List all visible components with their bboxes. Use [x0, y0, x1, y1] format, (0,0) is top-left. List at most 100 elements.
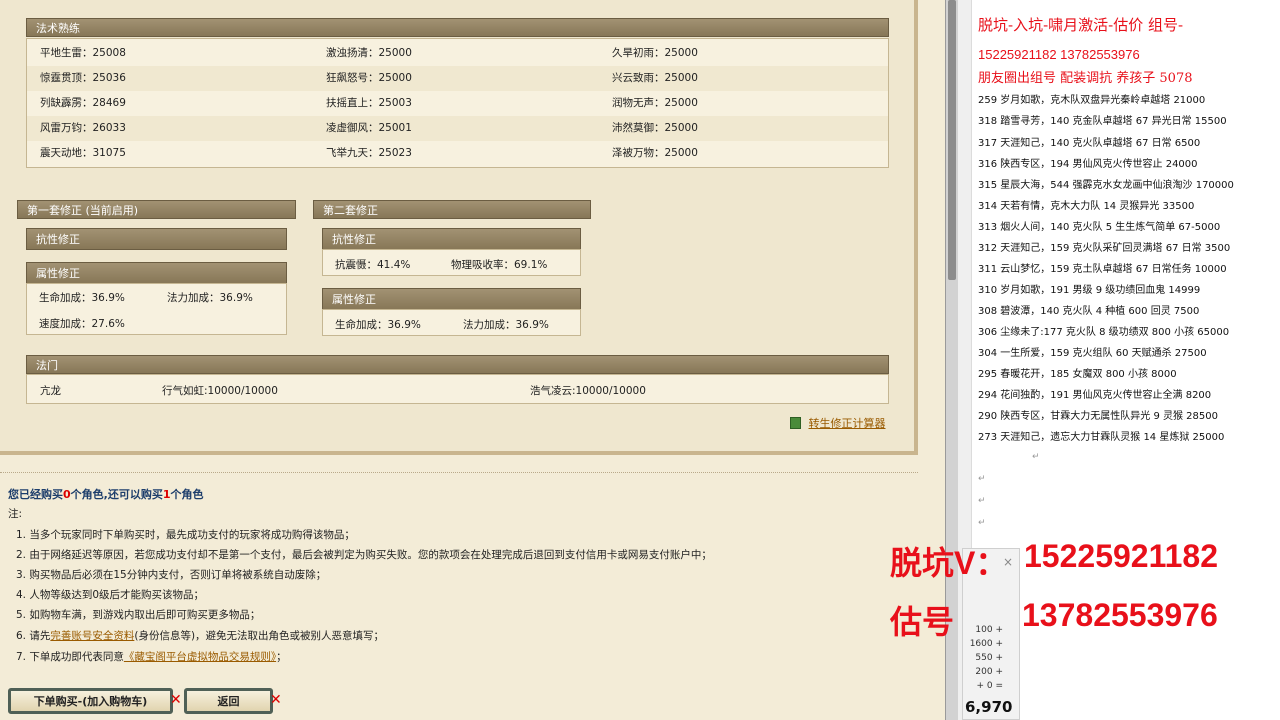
table-row: 列缺霹雳：28469 扶摇直上：25003 润物无声：25000: [27, 91, 888, 116]
set2-resist-header: 抗性修正: [322, 228, 581, 250]
spell-cell: 兴云致雨：25000: [612, 72, 698, 84]
spell-cell: 狂飙怒号：25000: [326, 72, 412, 84]
calculator-icon: [790, 417, 801, 429]
status-text: 个角色,还可以购买: [70, 488, 163, 501]
table-row: 平地生雷：25008 激浊扬清：25000 久旱初雨：25000: [27, 41, 888, 66]
paragraph-mark-icon: ↵: [978, 474, 986, 484]
list-item: 294 花间独酌，191 男仙风克火传世容止全满 8200: [978, 390, 1212, 401]
close-icon: ✕: [170, 692, 182, 708]
list-item: 311 云山梦忆，159 克土队卓越塔 67 日常任务 10000: [978, 264, 1227, 275]
calc-line: 200 +: [975, 667, 1003, 677]
note-item: 3. 购买物品后必须在15分钟内支付，否则订单将被系统自动废除；: [16, 569, 327, 581]
note-text: 7. 下单成功即代表同意: [16, 651, 124, 663]
note-item: 6. 请先完善账号安全资料(身份信息等)，避免无法取出角色或被别人恶意填写；: [16, 628, 384, 643]
list-item: 318 踏雪寻芳，140 克金队卓越塔 67 异光日常 15500: [978, 116, 1227, 127]
resist-cell: 物理吸收率：69.1%: [451, 259, 548, 271]
set1-resist-title: 抗性修正: [36, 233, 80, 246]
trade-rules-link[interactable]: 《藏宝阁平台虚拟物品交易规则》: [124, 651, 276, 663]
spell-cell: 久旱初雨：25000: [612, 47, 698, 59]
list-item: 308 碧波潭，140 克火队 4 种植 600 回灵 7500: [978, 306, 1200, 317]
famen-cell: 行气如虹:10000/10000: [162, 385, 278, 397]
doc-phones: 15225921182 13782553976: [978, 47, 1140, 62]
calc-line: 1600 +: [969, 639, 1003, 649]
spell-cell: 风雷万钧：26033: [40, 122, 126, 134]
famen-title: 法门: [36, 359, 58, 372]
set1-title: 第一套修正 (当前启用): [27, 204, 139, 217]
list-item: 317 天涯知己，140 克火队卓越塔 67 日常 6500: [978, 138, 1201, 149]
status-text: 个角色: [170, 488, 204, 501]
spell-cell: 惊霆贯顶：25036: [40, 72, 126, 84]
bought-count: 0: [63, 488, 71, 501]
remaining-count: 1: [162, 488, 171, 501]
note-text: ；: [276, 651, 287, 663]
note-text: (身份信息等)，避免无法取出角色或被别人恶意填写；: [134, 630, 385, 642]
set1-attr-box: 生命加成：36.9% 法力加成：36.9% 速度加成：27.6%: [26, 283, 287, 335]
attr-cell: 法力加成：36.9%: [167, 292, 253, 304]
spell-cell: 激浊扬清：25000: [326, 47, 412, 59]
note-item: 1. 当多个玩家同时下单购买时，最先成功支付的玩家将成功购得该物品；: [16, 529, 355, 541]
calc-line: 550 +: [975, 653, 1003, 663]
list-item: 306 尘缘未了:177 克火队 8 级功绩双 800 小孩 65000: [978, 327, 1230, 338]
list-item: 310 岁月如歌，191 男级 9 级功绩回血鬼 14999: [978, 285, 1201, 296]
set2-resist-title: 抗性修正: [332, 233, 376, 246]
doc-services: 朋友圈出组号 配装调抗 养孩子 5078: [978, 71, 1193, 86]
set1-tab[interactable]: 第一套修正 (当前启用): [17, 200, 296, 219]
calc-line: + 0 =: [976, 681, 1003, 691]
account-security-link[interactable]: 完善账号安全资料: [50, 630, 134, 642]
overlay-label: 脱坑V：: [890, 545, 1008, 581]
spell-cell: 平地生雷：25008: [40, 47, 126, 59]
note-item: 7. 下单成功即代表同意《藏宝阁平台虚拟物品交易规则》；: [16, 649, 287, 664]
set2-resist-box: 抗震慑：41.4% 物理吸收率：69.1%: [322, 249, 581, 276]
spell-cell: 飞举九天：25023: [326, 147, 412, 159]
famen-box: 亢龙 行气如虹:10000/10000 浩气凌云:10000/10000: [26, 374, 889, 404]
list-item: 312 天涯知己，159 克火队采矿回灵满塔 67 日常 3500: [978, 243, 1231, 254]
list-item: 315 星辰大海，544 强霹克水女龙画中仙浪淘沙 170000: [978, 180, 1234, 191]
attr-cell: 生命加成：36.9%: [39, 292, 125, 304]
overlay-line-1: 脱坑V：: [890, 538, 1007, 584]
famen-cell: 亢龙: [40, 385, 61, 397]
table-row: 风雷万钧：26033 凌虚御风：25001 沛然莫御：25000: [27, 116, 888, 141]
list-item: 259 岁月如歌，克木队双盘异光秦岭卓越塔 21000: [978, 95, 1206, 106]
famen-header: 法门: [26, 355, 889, 374]
set2-attr-header: 属性修正: [322, 288, 581, 310]
note-text: 6. 请先: [16, 630, 51, 642]
set2-attr-box: 生命加成：36.9% 法力加成：36.9%: [322, 309, 581, 336]
list-item: 273 天涯知己，遗忘大力甘霖队灵猴 14 星炼狱 25000: [978, 432, 1225, 443]
role-detail-panel: 法术熟练 平地生雷：25008 激浊扬清：25000 久旱初雨：25000 惊霆…: [0, 0, 918, 455]
spells-title: 法术熟练: [36, 22, 80, 35]
status-text: 您已经购买: [8, 488, 63, 501]
note-item: 5. 如购物车满，到游戏内取出后即可购买更多物品；: [16, 609, 261, 621]
attr-cell: 速度加成：27.6%: [39, 318, 125, 330]
calc-link-wrap[interactable]: 转生修正计算器: [790, 415, 886, 431]
calc-line: 100 +: [975, 625, 1003, 635]
scrollbar-thumb[interactable]: [948, 0, 956, 280]
set2-title: 第二套修正: [323, 204, 378, 217]
set2-attr-title: 属性修正: [332, 293, 376, 306]
set1-attr-header: 属性修正: [26, 262, 287, 284]
spell-cell: 润物无声：25000: [612, 97, 698, 109]
spells-table: 平地生雷：25008 激浊扬清：25000 久旱初雨：25000 惊霆贯顶：25…: [26, 38, 889, 168]
famen-cell: 浩气凌云:10000/10000: [530, 385, 646, 397]
note-item: 4. 人物等级达到0级后才能购买该物品；: [16, 589, 205, 601]
list-item: 314 天若有情，克木大力队 14 灵猴异光 33500: [978, 201, 1195, 212]
paragraph-mark-icon: ↵: [1032, 452, 1040, 462]
list-item: 316 陕西专区，194 男仙风克火传世容止 24000: [978, 159, 1198, 170]
overlay-label: 估号: [890, 604, 955, 640]
overlay-number-2: 13782553976: [1022, 597, 1218, 633]
table-row: 惊霆贯顶：25036 狂飙怒号：25000 兴云致雨：25000: [27, 66, 888, 91]
buy-button[interactable]: 下单购买-(加入购物车): [8, 688, 173, 714]
rebirth-calculator-link[interactable]: 转生修正计算器: [809, 417, 886, 430]
resist-cell: 抗震慑：41.4%: [335, 259, 411, 271]
attr-cell: 法力加成：36.9%: [463, 319, 549, 331]
list-item: 304 一生所爱，159 克火组队 60 天赋通杀 27500: [978, 348, 1207, 359]
doc-title: 脱坑-入坑-啸月激活-估价 组号-: [978, 16, 1184, 34]
spell-cell: 沛然莫御：25000: [612, 122, 698, 134]
note-item: 2. 由于网络延迟等原因，若您成功支付却不是第一个支付，最后会被判定为购买失败。…: [16, 549, 712, 561]
back-button[interactable]: 返回: [184, 688, 273, 714]
spells-header: 法术熟练: [26, 18, 889, 37]
spell-cell: 震天动地：31075: [40, 147, 126, 159]
note-label: 注:: [8, 508, 23, 520]
spell-cell: 泽被万物：25000: [612, 147, 698, 159]
set2-tab[interactable]: 第二套修正: [313, 200, 591, 219]
set1-resist-header: 抗性修正: [26, 228, 287, 250]
